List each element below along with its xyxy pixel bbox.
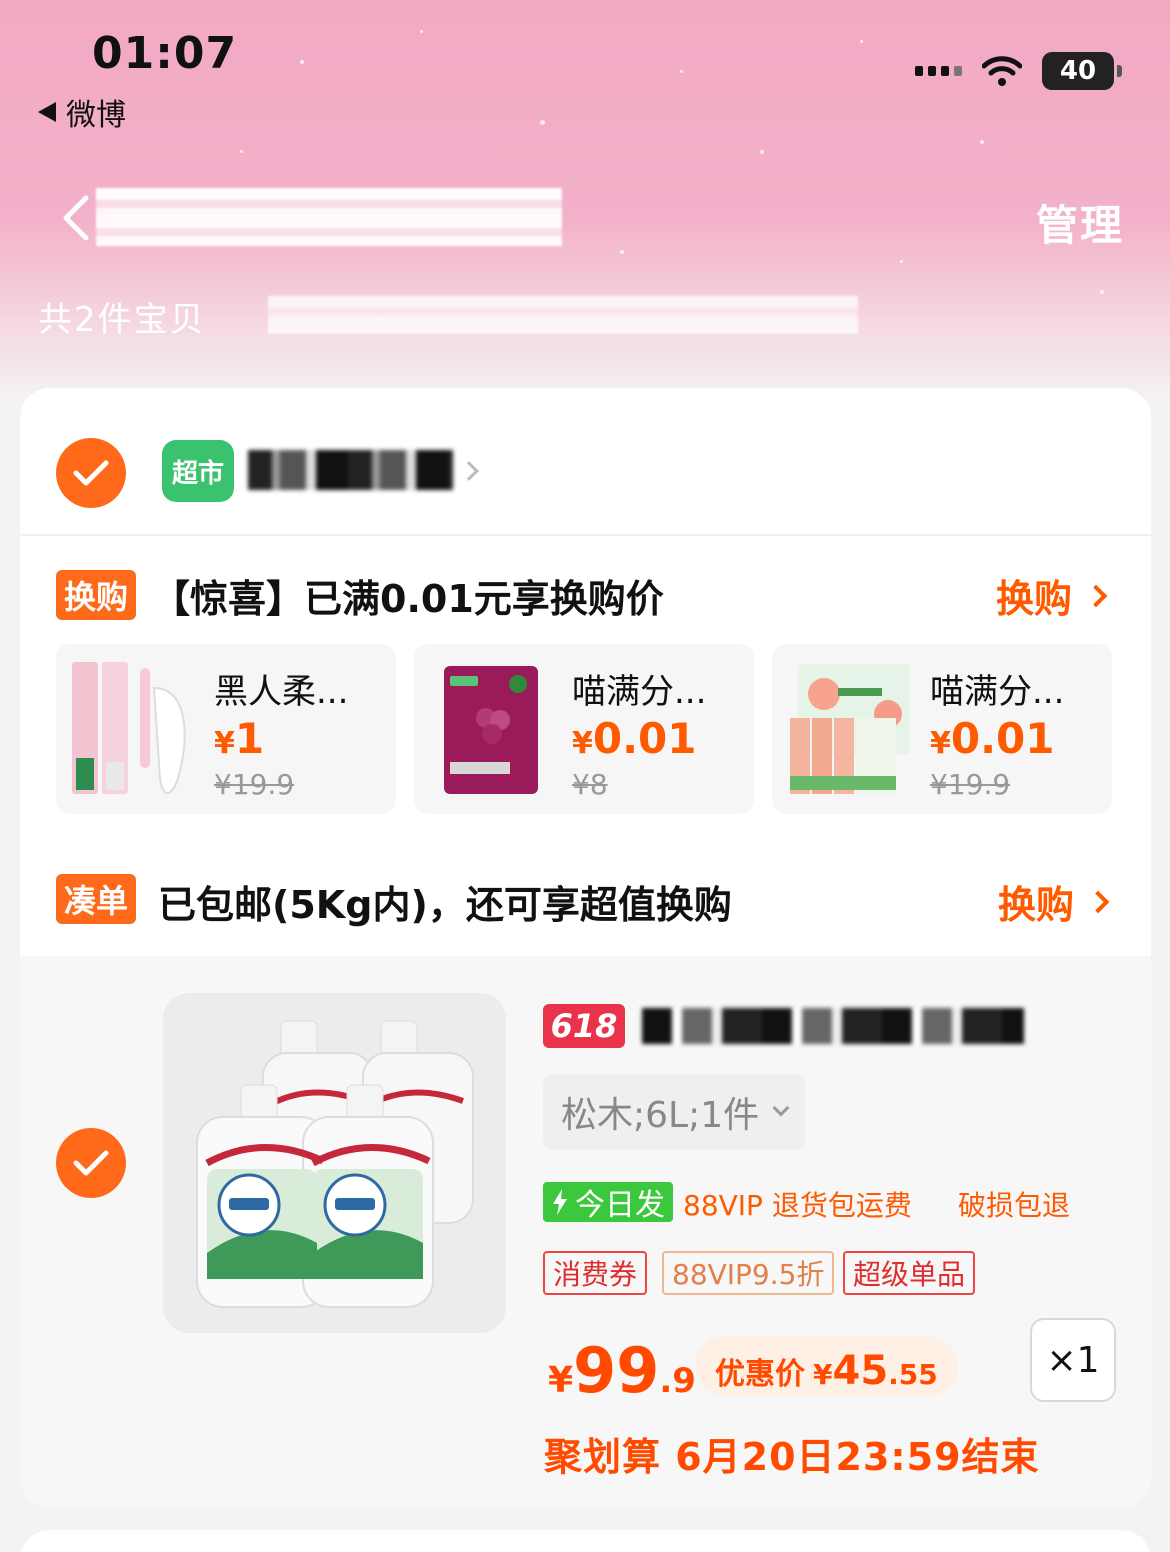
deal-original-price: ¥8	[572, 768, 608, 801]
bundle-link[interactable]: 换购	[998, 874, 1110, 929]
redacted-address	[268, 296, 858, 334]
signal-icon	[915, 66, 962, 76]
promotion-deadline: 聚划算 6月20日23:59结束	[544, 1435, 1040, 1479]
exchange-link-label: 换购	[996, 577, 1073, 621]
wifi-icon	[982, 56, 1022, 86]
vip-discount-chip: 88VIP9.5折	[662, 1251, 835, 1295]
deal-price: ¥1	[214, 714, 265, 763]
exchange-promo-text: 【惊喜】已满0.01元享换购价	[152, 577, 664, 621]
chevron-down-icon	[772, 1099, 790, 1117]
item-count: 共2件宝贝	[38, 300, 206, 340]
store-card: 超市 换购 【惊喜】已满0.01元享换购价 换购 黑人柔... ¥1 ¥19.9	[20, 388, 1151, 1508]
next-store-card	[20, 1530, 1151, 1552]
exchange-tag: 换购	[56, 570, 137, 620]
bundle-link-label: 换购	[998, 883, 1075, 927]
cart-item: 618 松木;6L;1件 今日发 88VIP 退货包运费 破损包退 消费券 88…	[20, 956, 1151, 1508]
exchange-deal[interactable]: 黑人柔... ¥1 ¥19.9	[56, 644, 396, 814]
exchange-link[interactable]: 换购	[996, 568, 1108, 623]
toothbrush-image	[72, 662, 186, 794]
lightning-icon	[553, 1189, 567, 1215]
checkmark-icon	[73, 460, 109, 486]
battery-level: 40	[1059, 56, 1097, 86]
tmall-supermarket-logo: 超市	[162, 440, 234, 502]
sku-selector[interactable]: 松木;6L;1件	[543, 1074, 806, 1150]
product-image[interactable]	[163, 993, 506, 1333]
today-ship-label: 今日发	[575, 1188, 665, 1223]
deal-name: 喵满分...	[930, 672, 1065, 712]
detergent-bottles-image	[196, 1020, 474, 1308]
deal-price: ¥0.01	[572, 714, 697, 763]
product-price: ¥99.9	[548, 1334, 696, 1407]
chevron-right-icon	[1084, 584, 1108, 607]
service-damage-return: 破损包退	[958, 1189, 1071, 1222]
store-header[interactable]: 超市	[20, 388, 1151, 536]
deal-price: ¥0.01	[930, 714, 1055, 763]
redacted-product-title[interactable]	[642, 1008, 1024, 1044]
checkmark-icon	[73, 1150, 109, 1176]
back-app-label: 微博	[66, 98, 126, 133]
manage-button[interactable]: 管理	[1036, 192, 1124, 253]
store-chevron-icon	[459, 461, 479, 481]
back-arrow-icon[interactable]	[58, 194, 98, 242]
store-select-checkbox[interactable]	[56, 438, 126, 508]
chevron-right-icon	[1086, 890, 1110, 913]
battery-icon: 40	[1042, 52, 1122, 90]
peach-jelly-image	[790, 664, 910, 794]
deal-original-price: ¥19.9	[214, 768, 295, 801]
status-time: 01:07	[92, 28, 238, 79]
back-to-app[interactable]: 微博	[38, 90, 126, 134]
redacted-store-name	[248, 450, 453, 490]
coupon-chip: 消费券	[543, 1251, 648, 1295]
bundle-promo-text: 已包邮(5Kg内)，还可享超值换购	[158, 883, 732, 927]
status-icons: 40	[915, 52, 1122, 90]
618-badge: 618	[543, 1004, 625, 1048]
bundle-tag: 凑单	[56, 874, 137, 924]
deal-name: 黑人柔...	[214, 672, 349, 712]
redacted-page-title	[96, 188, 562, 246]
service-return-shipping: 88VIP 退货包运费	[683, 1189, 912, 1222]
grape-snack-bag-image	[444, 666, 538, 794]
super-item-chip: 超级单品	[843, 1251, 976, 1295]
back-triangle-icon	[38, 102, 56, 122]
sku-label: 松木;6L;1件	[561, 1095, 760, 1136]
item-select-checkbox[interactable]	[56, 1128, 126, 1198]
today-ship-badge: 今日发	[543, 1182, 673, 1223]
discount-price: 优惠价 ¥45.55	[695, 1336, 958, 1396]
quantity-button[interactable]: ×1	[1030, 1318, 1116, 1402]
deal-name: 喵满分...	[572, 672, 707, 712]
exchange-deal[interactable]: 喵满分... ¥0.01 ¥19.9	[772, 644, 1112, 814]
exchange-deal[interactable]: 喵满分... ¥0.01 ¥8	[414, 644, 754, 814]
deal-original-price: ¥19.9	[930, 768, 1011, 801]
